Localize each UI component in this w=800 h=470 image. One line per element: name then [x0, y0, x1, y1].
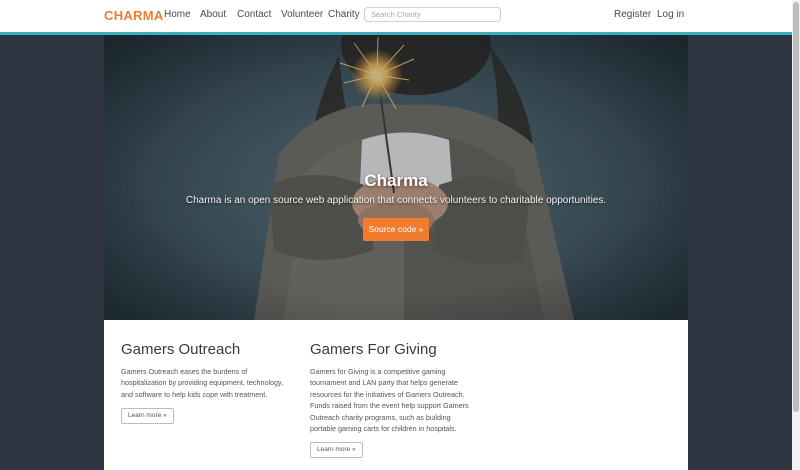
nav-volunteer[interactable]: Volunteer	[281, 9, 323, 20]
vertical-scrollbar[interactable]	[792, 0, 800, 470]
card-text-line: tournament and LAN party that helps gene…	[310, 378, 458, 388]
card-text-line: hospitalization by providing equipment, …	[121, 378, 284, 388]
charity-card-gamers-outreach: Gamers Outreach Gamers Outreach eases th…	[121, 341, 301, 425]
search-input[interactable]	[364, 7, 501, 22]
card-title: Gamers Outreach	[121, 341, 241, 358]
login-link[interactable]: Log in	[657, 9, 684, 20]
brand-logo[interactable]: CHARMA	[104, 8, 164, 23]
card-text-line: portable gaming carts for children in ho…	[310, 424, 457, 434]
scrollbar-thumb[interactable]	[793, 2, 799, 412]
right-margin	[688, 35, 792, 470]
card-description: Gamers for Giving is a competitive gamin…	[310, 366, 500, 434]
navbar: CHARMA Home About Contact Volunteer Char…	[0, 0, 800, 35]
nav-charity[interactable]: Charity	[328, 9, 360, 20]
card-title: Gamers For Giving	[310, 341, 437, 358]
hero-title: Charma	[364, 171, 428, 190]
charity-list: Gamers Outreach Gamers Outreach eases th…	[104, 320, 688, 470]
left-margin	[0, 35, 104, 470]
card-text-line: Gamers Outreach eases the burdens of	[121, 367, 248, 376]
source-code-button[interactable]: Source code »	[363, 218, 429, 241]
nav-about[interactable]: About	[200, 9, 226, 20]
card-text-line: Outreach charity programs, such as build…	[310, 412, 451, 422]
learn-more-button[interactable]: Learn more »	[310, 442, 363, 459]
card-text-line: Funds raised from the event help support…	[310, 401, 469, 411]
hero-section: Charma Charma is an open source web appl…	[104, 35, 688, 320]
learn-more-button[interactable]: Learn more »	[121, 408, 174, 425]
charity-card-gamers-for-giving: Gamers For Giving Gamers for Giving is a…	[310, 341, 500, 459]
hero-description: Charma is an open source web application…	[185, 195, 607, 206]
card-description: Gamers Outreach eases the burdens of hos…	[121, 366, 301, 400]
nav-contact[interactable]: Contact	[237, 9, 271, 20]
card-text-line: and software to help kids cope with trea…	[121, 389, 268, 399]
card-text-line: resources for the initiatives of Gamers …	[310, 389, 465, 399]
card-text-line: Gamers for Giving is a competitive gamin…	[310, 367, 446, 376]
nav-home[interactable]: Home	[164, 9, 191, 20]
register-link[interactable]: Register	[614, 9, 651, 20]
